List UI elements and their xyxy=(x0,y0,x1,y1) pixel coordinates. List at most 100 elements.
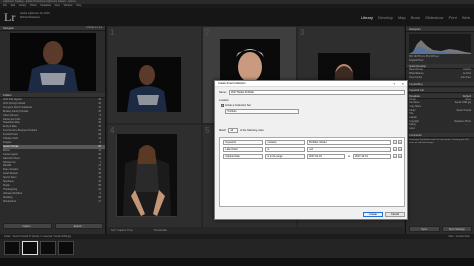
metadata-title: Metadata xyxy=(409,94,420,98)
rule-3-to-label: to xyxy=(348,154,351,158)
rule-2-remove-button[interactable]: − xyxy=(393,147,397,151)
filter-value[interactable]: Custom Filter xyxy=(456,235,470,238)
lightroom-logo: Lr xyxy=(4,10,16,24)
navigator-preview[interactable] xyxy=(10,33,96,91)
rule-2-add-button[interactable]: + xyxy=(398,147,402,151)
sync-button[interactable]: Sync xyxy=(409,226,440,232)
close-icon[interactable]: ✕ xyxy=(401,81,404,87)
sync-settings-button[interactable]: Sync Settings xyxy=(441,226,472,232)
selected-photo-thumbnail[interactable] xyxy=(117,134,177,216)
module-develop[interactable]: Develop xyxy=(378,15,393,20)
location-label: Location xyxy=(219,99,229,102)
filmstrip-thumb-selected[interactable] xyxy=(22,241,38,255)
left-panel: Navigator FIT FILL 1:1 1:4 Folders 2012 … xyxy=(0,26,106,234)
metadata-value[interactable]: Senior-0494.jpg xyxy=(455,102,471,106)
create-smart-collection-dialog: Create Smart Collection ? ✕ Name: 2017 M… xyxy=(214,80,408,220)
navigator-photo xyxy=(10,33,96,91)
cell-number: 5 xyxy=(205,126,210,135)
grid-cell[interactable]: 1 xyxy=(107,26,202,124)
folder-item[interactable]: Wonderland 17 xyxy=(3,200,105,204)
rule-3-add-button[interactable]: + xyxy=(398,154,402,158)
menu-view[interactable]: View xyxy=(55,4,60,7)
metadata-key: Label xyxy=(409,128,415,131)
rule-1-remove-button[interactable]: − xyxy=(393,140,397,144)
tone-control-value[interactable]: Auto Tone xyxy=(461,77,471,81)
menu-library[interactable]: Library xyxy=(19,4,27,7)
rule-1-add-button[interactable]: + xyxy=(398,140,402,144)
import-export-bar: Import... Export... xyxy=(0,220,106,232)
keywording-header[interactable]: Keywording xyxy=(406,81,474,87)
filter-label: Filter : xyxy=(448,235,456,238)
rule-3-end-date[interactable]: 2017-12-31 xyxy=(353,154,391,159)
catalog-line-1: Adobe Lightroom CC 2015 xyxy=(20,12,50,15)
cell-number: 3 xyxy=(300,28,305,37)
module-print[interactable]: Print xyxy=(448,15,456,20)
inside-collection-set-checkbox[interactable]: ✓ xyxy=(221,104,224,107)
rule-1-field[interactable]: Keywords xyxy=(223,140,263,145)
module-web[interactable]: Web xyxy=(462,15,470,20)
name-input[interactable]: 2017 Model Portfolio xyxy=(229,90,405,95)
rules-list: Keywords contains Portfolio, Model − + L… xyxy=(219,137,405,207)
match-select[interactable]: all xyxy=(228,128,238,133)
metadata-value[interactable]: · · · · · xyxy=(465,124,471,128)
navigator-header[interactable]: Navigator FIT FILL 1:1 1:4 xyxy=(0,26,105,31)
os-taskbar xyxy=(0,258,474,266)
menu-help[interactable]: Help xyxy=(76,4,81,7)
filmstrip-source-info[interactable]: Folder : Senior Portrait 27 photos / 1 s… xyxy=(4,235,71,238)
cell-number: 2 xyxy=(205,28,210,37)
rule-1-value[interactable]: Portfolio, Model xyxy=(307,140,391,145)
thumbnail-size-label[interactable]: Thumbnails xyxy=(154,229,167,232)
metadata-value[interactable]: Senior Portrait xyxy=(456,110,471,114)
metadata-row[interactable]: Label xyxy=(406,128,474,132)
rule-2-field[interactable]: Label Color xyxy=(223,147,263,152)
filmstrip-thumb[interactable] xyxy=(58,241,74,255)
rule-2-operator[interactable]: is xyxy=(265,147,305,152)
menu-window[interactable]: Window xyxy=(64,4,73,7)
menu-file[interactable]: File xyxy=(3,4,7,7)
menu-metadata[interactable]: Metadata xyxy=(40,4,50,7)
match-label: Match xyxy=(219,129,227,132)
help-icon[interactable]: ? xyxy=(393,81,395,87)
menu-edit[interactable]: Edit xyxy=(11,4,15,7)
cell-number: 1 xyxy=(110,28,115,37)
module-slideshow[interactable]: Slideshow xyxy=(425,15,443,20)
catalog-line-2: Richard Radstone xyxy=(20,15,41,19)
module-map[interactable]: Map xyxy=(398,15,406,20)
histogram-header[interactable]: Histogram xyxy=(406,27,474,32)
import-button[interactable]: Import... xyxy=(3,223,52,229)
filmstrip-thumb[interactable] xyxy=(40,241,56,255)
folder-list: 2012 Fall Jaguars 18 2013 Spring Football 4… xyxy=(0,98,105,203)
create-button[interactable]: Create xyxy=(363,212,383,217)
rule-2-value[interactable]: red xyxy=(307,147,391,152)
rule-3-operator[interactable]: is in the range xyxy=(265,154,305,159)
rule-1-operator[interactable]: contains xyxy=(265,140,305,145)
folder-count: 17 xyxy=(98,199,101,203)
match-suffix: of the following rules: xyxy=(240,129,265,132)
sync-buttons: Sync Sync Settings xyxy=(409,226,472,232)
menu-photo[interactable]: Photo xyxy=(30,4,37,7)
photo-thumbnail xyxy=(117,57,181,112)
folder-name: Wonderland xyxy=(3,199,16,203)
filmstrip-thumb[interactable] xyxy=(4,241,20,255)
rule-3-field[interactable]: Capture Date xyxy=(223,154,263,159)
cancel-button[interactable]: Cancel xyxy=(385,212,405,217)
metadata-rows: Preset None File Name Senior-0494.jpg Copy N… xyxy=(406,99,474,132)
catalog-info: Adobe Lightroom CC 2015 Richard Radstone xyxy=(20,12,50,19)
module-library[interactable]: Library xyxy=(361,15,373,20)
keyword-list-header[interactable]: Keyword List xyxy=(406,87,474,93)
right-panel: Histogram ISO 100 85 mm f/8 1/125 sec Or… xyxy=(405,26,474,234)
navigator-zoom-options[interactable]: FIT FILL 1:1 1:4 xyxy=(87,26,102,31)
export-button[interactable]: Export... xyxy=(54,223,103,229)
dialog-title: Create Smart Collection xyxy=(218,82,246,85)
dialog-titlebar: Create Smart Collection ? ✕ xyxy=(215,81,407,87)
module-book[interactable]: Book xyxy=(411,15,420,20)
name-label: Name: xyxy=(219,91,227,94)
inside-collection-set-label: Inside a Collection Set xyxy=(225,104,251,107)
tone-control-row[interactable]: Tone Control Auto Tone xyxy=(406,77,474,81)
collection-set-select[interactable]: Portfolio xyxy=(225,109,299,114)
cell-number: 4 xyxy=(110,126,115,135)
rule-3-start-date[interactable]: 2017-01-01 xyxy=(307,154,345,159)
rule-3-remove-button[interactable]: − xyxy=(393,154,397,158)
sort-control[interactable]: Sort: Capture Time xyxy=(111,229,133,232)
navigator-title: Navigator xyxy=(3,27,15,30)
